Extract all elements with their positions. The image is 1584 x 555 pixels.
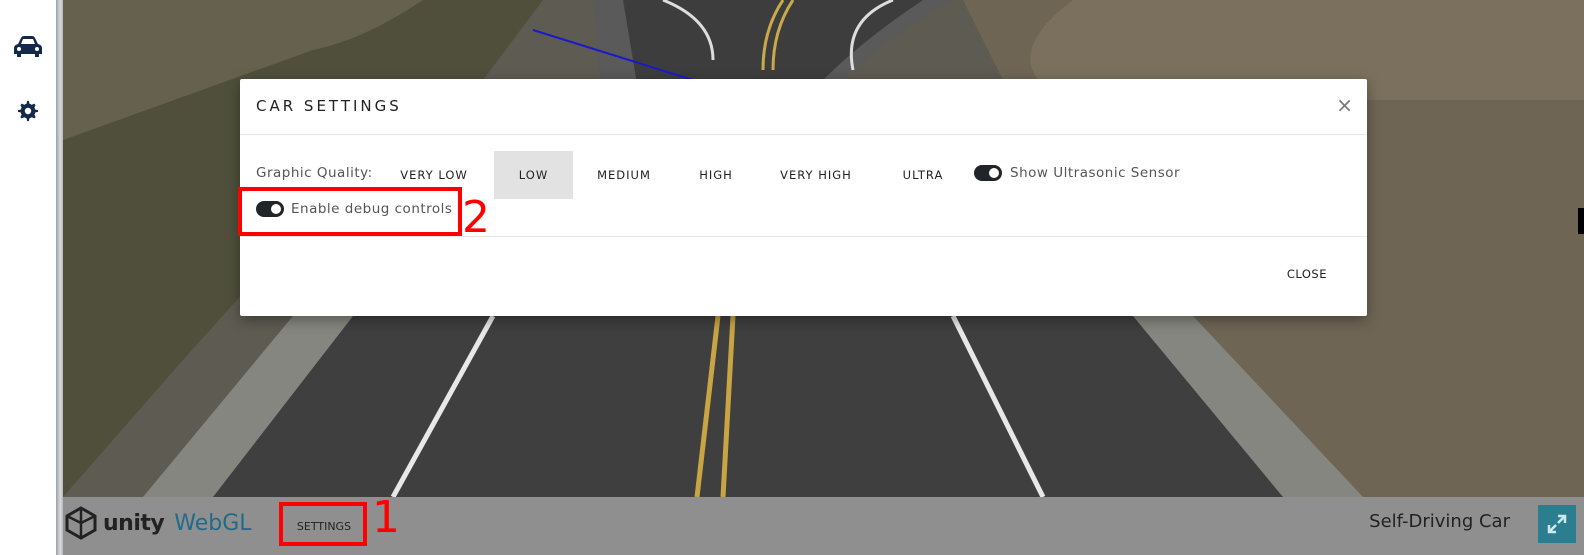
quality-option-ultra[interactable]: ULTRA	[888, 151, 958, 199]
unity-webgl-logo: unity WebGL	[63, 503, 252, 543]
panel-edge-handle[interactable]	[1578, 208, 1584, 234]
ultrasonic-sensor-toggle[interactable]	[974, 165, 1002, 181]
unity-wordmark: unity	[103, 510, 165, 536]
quality-option-very-high[interactable]: VERY HIGH	[768, 151, 864, 199]
annotation-box-1	[279, 502, 367, 546]
modal-footer: CLOSE	[240, 237, 1367, 317]
app-title: Self-Driving Car	[1369, 511, 1510, 532]
modal-header: CAR SETTINGS ×	[240, 79, 1367, 135]
close-icon[interactable]: ×	[1336, 93, 1353, 117]
annotation-box-2	[238, 187, 462, 236]
annotation-label-2: 2	[462, 192, 490, 243]
quality-option-low[interactable]: LOW	[494, 151, 573, 199]
expand-icon	[1547, 514, 1567, 534]
close-button[interactable]: CLOSE	[1287, 267, 1327, 281]
ultrasonic-sensor-label: Show Ultrasonic Sensor	[1010, 165, 1181, 181]
webgl-wordmark: WebGL	[174, 510, 252, 536]
fullscreen-button[interactable]	[1538, 505, 1576, 543]
gear-icon[interactable]	[12, 95, 44, 127]
quality-option-high[interactable]: HIGH	[683, 151, 749, 199]
sidebar	[0, 0, 56, 555]
modal-title: CAR SETTINGS	[256, 97, 402, 115]
quality-option-medium[interactable]: MEDIUM	[582, 151, 666, 199]
annotation-label-1: 1	[372, 492, 400, 543]
graphic-quality-label: Graphic Quality:	[256, 165, 373, 181]
car-icon[interactable]	[12, 31, 44, 63]
sidebar-divider	[56, 0, 63, 555]
unity-cube-icon	[65, 506, 97, 540]
